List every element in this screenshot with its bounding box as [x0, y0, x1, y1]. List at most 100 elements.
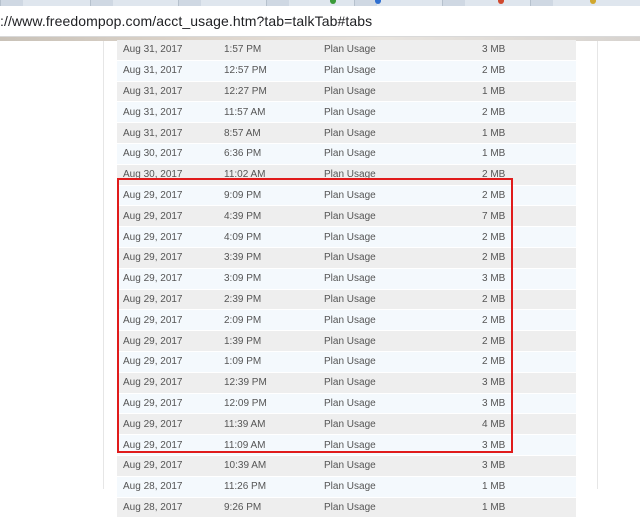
table-row: Aug 31, 2017 1:57 PM Plan Usage 3 MB: [117, 40, 576, 61]
cell-type: Plan Usage: [318, 372, 476, 394]
panel-divider: [103, 41, 104, 489]
cell-size: 2 MB: [476, 101, 576, 124]
cell-date: Aug 30, 2017: [117, 164, 218, 186]
cell-size: 2 MB: [476, 330, 576, 352]
cell-time: 6:36 PM: [218, 143, 318, 165]
cell-size: 2 MB: [476, 185, 576, 207]
cell-type: Plan Usage: [318, 309, 476, 332]
table-row: Aug 30, 2017 6:36 PM Plan Usage 1 MB: [117, 143, 576, 165]
table-row: Aug 29, 2017 4:39 PM Plan Usage 7 MB: [117, 205, 576, 228]
table-row: Aug 29, 2017 3:09 PM Plan Usage 3 MB: [117, 268, 576, 290]
favicon-icon: [498, 0, 504, 4]
cell-date: Aug 30, 2017: [117, 143, 218, 165]
cell-date: Aug 29, 2017: [117, 434, 218, 456]
cell-type: Plan Usage: [318, 226, 476, 248]
cell-date: Aug 29, 2017: [117, 455, 218, 477]
cell-size: 3 MB: [476, 372, 576, 394]
cell-type: Plan Usage: [318, 497, 476, 518]
table-row: Aug 30, 2017 11:02 AM Plan Usage 2 MB: [117, 164, 576, 186]
cell-size: 1 MB: [476, 81, 576, 103]
table-row: Aug 29, 2017 12:09 PM Plan Usage 3 MB: [117, 393, 576, 415]
cell-time: 12:09 PM: [218, 393, 318, 415]
table-row: Aug 29, 2017 1:09 PM Plan Usage 2 MB: [117, 351, 576, 373]
table-row: Aug 28, 2017 11:26 PM Plan Usage 1 MB: [117, 476, 576, 498]
favicon-icon: [590, 0, 596, 4]
cell-type: Plan Usage: [318, 351, 476, 373]
table-row: Aug 29, 2017 9:09 PM Plan Usage 2 MB: [117, 185, 576, 207]
cell-type: Plan Usage: [318, 247, 476, 269]
cell-time: 11:26 PM: [218, 476, 318, 498]
table-row: Aug 29, 2017 2:39 PM Plan Usage 2 MB: [117, 289, 576, 311]
cell-size: 1 MB: [476, 122, 576, 144]
cell-size: 3 MB: [476, 434, 576, 456]
cell-date: Aug 29, 2017: [117, 330, 218, 352]
cell-date: Aug 29, 2017: [117, 205, 218, 228]
cell-type: Plan Usage: [318, 413, 476, 436]
cell-type: Plan Usage: [318, 60, 476, 82]
table-row: Aug 29, 2017 12:39 PM Plan Usage 3 MB: [117, 372, 576, 394]
cell-size: 2 MB: [476, 164, 576, 186]
cell-date: Aug 29, 2017: [117, 393, 218, 415]
usage-table-body: Aug 31, 2017 1:57 PM Plan Usage 3 MB Aug 31,…: [117, 40, 576, 518]
table-row: Aug 29, 2017 11:39 AM Plan Usage 4 MB: [117, 413, 576, 436]
cell-date: Aug 31, 2017: [117, 40, 218, 61]
cell-type: Plan Usage: [318, 289, 476, 311]
cell-date: Aug 29, 2017: [117, 268, 218, 290]
cell-date: Aug 29, 2017: [117, 185, 218, 207]
cell-time: 8:57 AM: [218, 122, 318, 144]
page-content: Aug 31, 2017 1:57 PM Plan Usage 3 MB Aug 31,…: [0, 40, 640, 518]
cell-size: 1 MB: [476, 143, 576, 165]
cell-size: 2 MB: [476, 309, 576, 332]
cell-date: Aug 29, 2017: [117, 372, 218, 394]
table-row: Aug 29, 2017 3:39 PM Plan Usage 2 MB: [117, 247, 576, 269]
table-row: Aug 29, 2017 4:09 PM Plan Usage 2 MB: [117, 226, 576, 248]
cell-time: 4:39 PM: [218, 205, 318, 228]
cell-time: 2:09 PM: [218, 309, 318, 332]
cell-date: Aug 29, 2017: [117, 226, 218, 248]
cell-time: 12:57 PM: [218, 60, 318, 82]
cell-time: 9:26 PM: [218, 497, 318, 518]
cell-size: 2 MB: [476, 247, 576, 269]
cell-size: 2 MB: [476, 60, 576, 82]
cell-size: 7 MB: [476, 205, 576, 228]
table-row: Aug 29, 2017 11:09 AM Plan Usage 3 MB: [117, 434, 576, 456]
cell-type: Plan Usage: [318, 268, 476, 290]
cell-time: 1:09 PM: [218, 351, 318, 373]
cell-date: Aug 29, 2017: [117, 351, 218, 373]
cell-date: Aug 29, 2017: [117, 309, 218, 332]
cell-type: Plan Usage: [318, 185, 476, 207]
cell-date: Aug 28, 2017: [117, 476, 218, 498]
url-text[interactable]: ://www.freedompop.com/acct_usage.htm?tab…: [0, 13, 372, 29]
cell-type: Plan Usage: [318, 122, 476, 144]
cell-type: Plan Usage: [318, 455, 476, 477]
usage-table: Aug 31, 2017 1:57 PM Plan Usage 3 MB Aug 31,…: [117, 40, 576, 518]
cell-size: 2 MB: [476, 351, 576, 373]
table-row: Aug 29, 2017 2:09 PM Plan Usage 2 MB: [117, 309, 576, 332]
cell-time: 11:39 AM: [218, 413, 318, 436]
cell-date: Aug 29, 2017: [117, 247, 218, 269]
table-row: Aug 31, 2017 12:57 PM Plan Usage 2 MB: [117, 60, 576, 82]
cell-time: 3:09 PM: [218, 268, 318, 290]
cell-size: 2 MB: [476, 289, 576, 311]
cell-time: 11:02 AM: [218, 164, 318, 186]
cell-size: 3 MB: [476, 455, 576, 477]
cell-time: 12:39 PM: [218, 372, 318, 394]
address-bar[interactable]: ://www.freedompop.com/acct_usage.htm?tab…: [0, 6, 640, 37]
cell-size: 2 MB: [476, 226, 576, 248]
cell-time: 11:57 AM: [218, 101, 318, 124]
cell-time: 4:09 PM: [218, 226, 318, 248]
cell-date: Aug 31, 2017: [117, 122, 218, 144]
favicon-icon: [375, 0, 381, 4]
table-row: Aug 31, 2017 11:57 AM Plan Usage 2 MB: [117, 101, 576, 124]
cell-date: Aug 31, 2017: [117, 81, 218, 103]
table-row: Aug 31, 2017 12:27 PM Plan Usage 1 MB: [117, 81, 576, 103]
cell-size: 3 MB: [476, 268, 576, 290]
cell-time: 10:39 AM: [218, 455, 318, 477]
cell-time: 9:09 PM: [218, 185, 318, 207]
cell-date: Aug 31, 2017: [117, 101, 218, 124]
favicon-icon: [330, 0, 336, 4]
cell-type: Plan Usage: [318, 40, 476, 61]
cell-date: Aug 28, 2017: [117, 497, 218, 518]
cell-date: Aug 29, 2017: [117, 413, 218, 436]
cell-type: Plan Usage: [318, 205, 476, 228]
